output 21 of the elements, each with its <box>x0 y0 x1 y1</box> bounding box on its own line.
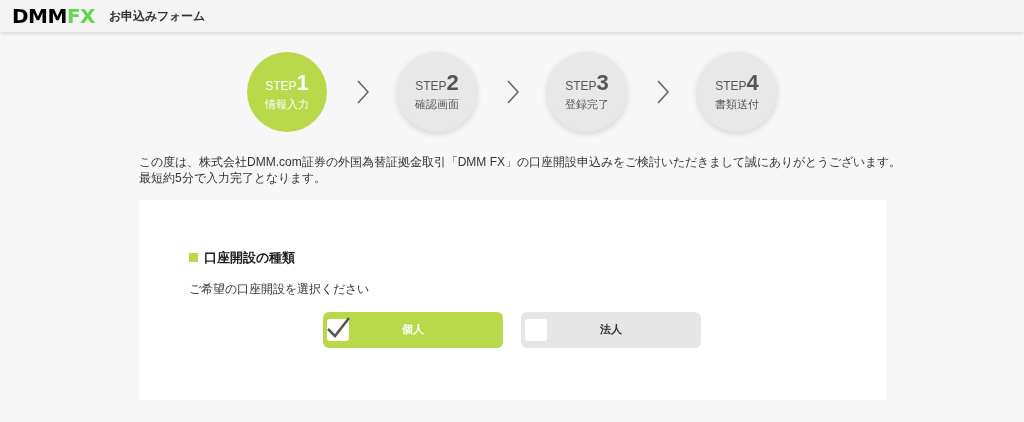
step-label: 情報入力 <box>265 96 309 112</box>
intro-text: 最短約5分で入力完了となります。 <box>139 170 327 186</box>
page-title: お申込みフォーム <box>109 8 205 25</box>
section-heading: 口座開設の種類 <box>204 249 295 267</box>
step-number: STEP4 <box>715 71 759 94</box>
chevron-right-icon <box>357 80 369 104</box>
step-label: 書類送付 <box>715 96 759 112</box>
checkbox-icon <box>525 318 547 341</box>
checkbox-icon <box>327 318 349 341</box>
bullet-icon <box>189 253 198 263</box>
step-label: 登録完了 <box>565 96 609 112</box>
step-label: 確認画面 <box>415 96 459 112</box>
step-number: STEP1 <box>265 71 309 94</box>
logo[interactable]: DMMFX <box>12 6 95 26</box>
chevron-right-icon <box>507 80 519 104</box>
step-number: STEP2 <box>415 71 459 94</box>
option-button[interactable]: 法人 <box>521 311 701 348</box>
intro-text: この度は、株式会社DMM.com証券の外国為替証拠金取引「DMM FX」の口座開設申込みをご検討いただきまして誠にありがとうございます。 <box>139 154 902 170</box>
chevron-right-icon <box>657 80 669 104</box>
instruction-text: ご希望の口座開設を選択ください <box>189 280 370 298</box>
step-number: STEP3 <box>565 71 609 94</box>
